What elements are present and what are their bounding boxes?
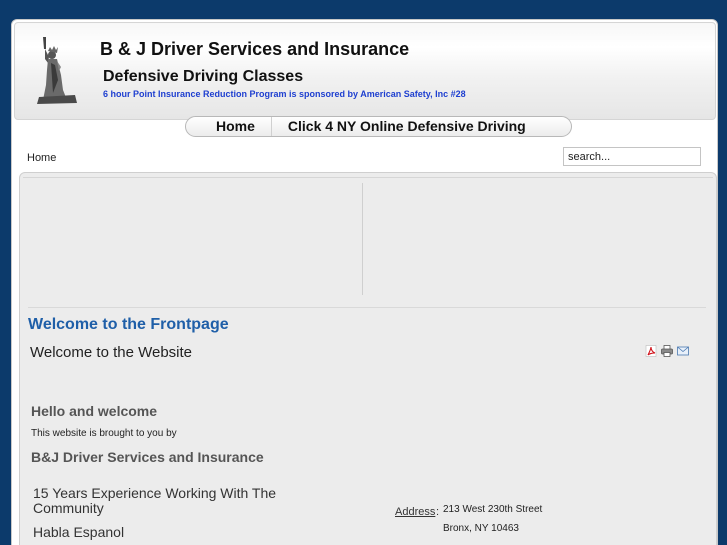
article-subtitle: Welcome to the Website [30,344,193,361]
address-line-1: 213 West 230th Street [443,504,543,515]
nav-item-home[interactable]: Home [186,117,272,136]
site-subtitle: Defensive Driving Classes [103,68,304,85]
page-container: B & J Driver Services and Insurance Defe… [11,19,718,545]
experience-text: 15 Years Experience Working With The Com… [33,485,277,516]
address-colon: : [436,506,440,518]
address-label: Address [395,506,436,518]
brought-text: This website is brought to you by [31,428,177,439]
pdf-icon[interactable] [645,345,657,357]
site-title: B & J Driver Services and Insurance [100,39,410,59]
email-icon[interactable] [677,345,689,357]
company-name: B&J Driver Services and Insurance [31,449,264,465]
nav-item-online-defensive-driving[interactable]: Click 4 NY Online Defensive Driving [272,117,542,136]
main-nav: Home Click 4 NY Online Defensive Driving [185,116,572,137]
article-tools [645,345,689,357]
main-content: Welcome to the Frontpage Welcome to the … [19,172,717,545]
search-input[interactable] [563,147,701,166]
address-line-2: Bronx, NY 10463 [443,523,519,534]
site-tagline: 6 hour Point Insurance Reduction Program… [103,89,466,99]
site-header: B & J Driver Services and Insurance Defe… [14,22,716,120]
hello-heading: Hello and welcome [31,403,158,419]
habla-espanol-text: Habla Espanol [33,524,125,540]
module-divider [362,183,363,295]
content-divider [28,307,706,308]
statue-of-liberty-logo [37,37,77,104]
article-title[interactable]: Welcome to the Frontpage [28,316,229,334]
breadcrumb[interactable]: Home [27,152,56,164]
print-icon[interactable] [661,345,673,357]
content-top-border [23,177,713,183]
